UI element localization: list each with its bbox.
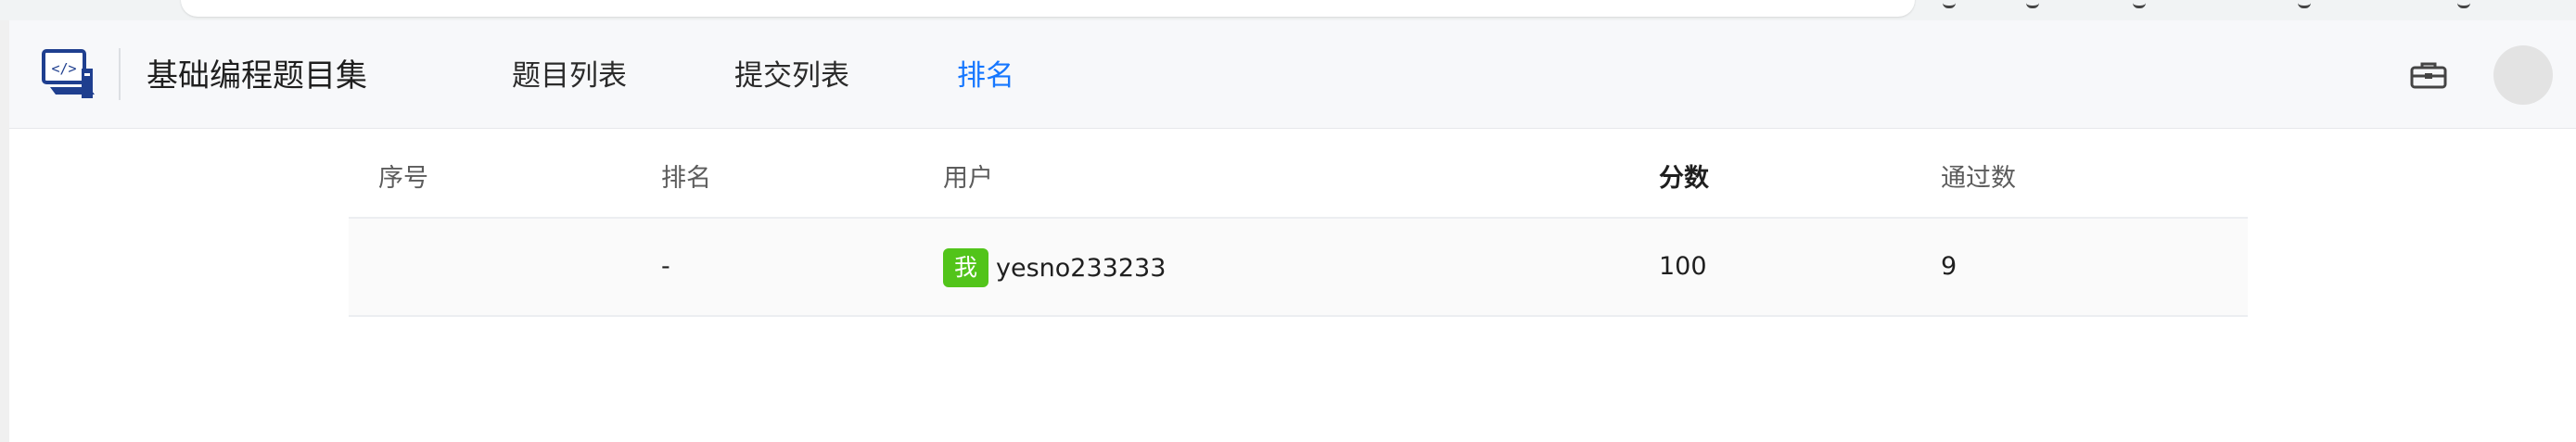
- browser-address-bar[interactable]: [181, 0, 1915, 17]
- user-avatar[interactable]: [2493, 45, 2553, 105]
- svg-text:</>: </>: [51, 60, 76, 77]
- app-window: </> 基础编程题目集 题目列表 提交列表 排名 序号 排名 用户 分数 通过数…: [0, 20, 2576, 442]
- code-laptop-icon[interactable]: </>: [41, 48, 98, 102]
- nav-divider: [119, 48, 121, 100]
- header-score[interactable]: 分数: [1659, 158, 1709, 194]
- nav-ranking[interactable]: 排名: [957, 54, 1014, 98]
- row-rank: -: [661, 252, 670, 281]
- browser-extension-icon[interactable]: [2298, 0, 2311, 8]
- browser-extension-icon[interactable]: [2133, 0, 2146, 8]
- header-rank[interactable]: 排名: [661, 158, 711, 194]
- table-header: 序号 排名 用户 分数 通过数: [349, 128, 2248, 219]
- me-badge: 我: [943, 248, 989, 287]
- header-user[interactable]: 用户: [943, 158, 993, 194]
- ranking-table: 序号 排名 用户 分数 通过数 - 我 yesno233233 100 9: [349, 128, 2248, 317]
- row-passed: 9: [1941, 252, 1958, 281]
- browser-extension-icon[interactable]: [2457, 0, 2470, 8]
- site-title[interactable]: 基础编程题目集: [147, 54, 367, 98]
- toolbox-icon[interactable]: [2410, 61, 2447, 89]
- browser-extension-icon[interactable]: [2026, 0, 2039, 8]
- top-navbar: </> 基础编程题目集 题目列表 提交列表 排名: [9, 20, 2576, 129]
- row-score: 100: [1659, 252, 1707, 281]
- username[interactable]: yesno233233: [996, 254, 1166, 283]
- header-index[interactable]: 序号: [378, 158, 428, 194]
- nav-submission-list[interactable]: 提交列表: [734, 54, 849, 98]
- header-passed[interactable]: 通过数: [1941, 158, 2016, 194]
- table-row[interactable]: - 我 yesno233233 100 9: [349, 219, 2248, 317]
- browser-extension-icon[interactable]: [1943, 0, 1956, 8]
- nav-problem-list[interactable]: 题目列表: [512, 54, 627, 98]
- row-user: 我 yesno233233: [943, 248, 1166, 287]
- browser-toolbar: [0, 0, 2576, 20]
